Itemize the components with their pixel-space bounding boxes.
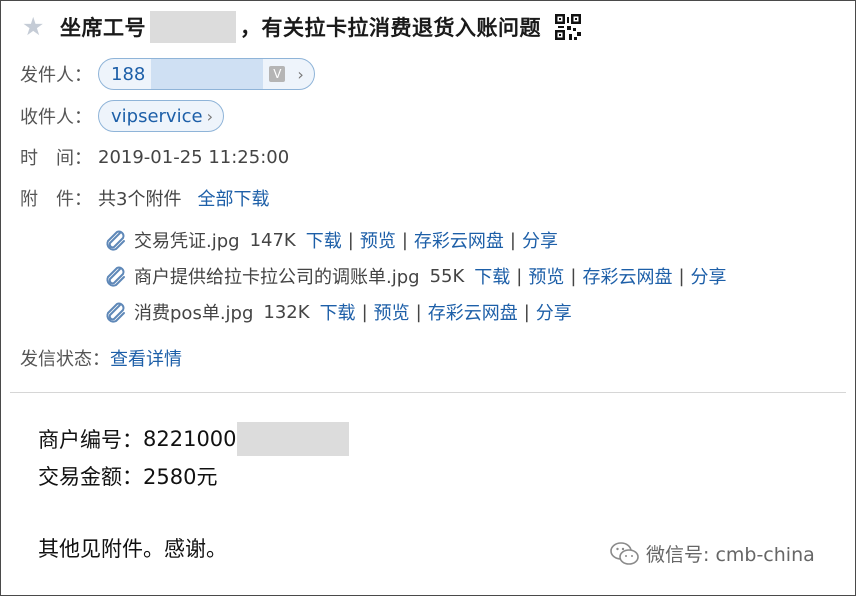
merchant-line: 商户编号： 8221000 bbox=[38, 421, 349, 457]
status-label: 发信状态： bbox=[20, 349, 110, 370]
share-link[interactable]: 分享 bbox=[691, 263, 727, 289]
closing-line: 其他见附件。感谢。 bbox=[38, 533, 227, 563]
separator: | bbox=[516, 265, 523, 287]
qr-code-icon[interactable] bbox=[555, 14, 581, 40]
download-all-link[interactable]: 全部下载 bbox=[197, 185, 269, 211]
amount-text: 交易金额：2580元 bbox=[38, 465, 218, 489]
separator: | bbox=[361, 301, 368, 323]
download-link[interactable]: 下载 bbox=[474, 263, 510, 289]
share-link[interactable]: 分享 bbox=[536, 299, 572, 325]
redacted-sender bbox=[151, 59, 264, 89]
attachment-size: 147K bbox=[249, 229, 296, 251]
subject-prefix: 坐席工号 bbox=[60, 16, 146, 40]
share-link[interactable]: 分享 bbox=[522, 227, 558, 253]
time-value: 2019-01-25 11:25:00 bbox=[98, 146, 290, 168]
attachment-item: 交易凭证.jpg 147K 下载 | 预览 | 存彩云网盘 | 分享 bbox=[104, 227, 558, 253]
download-link[interactable]: 下载 bbox=[320, 299, 356, 325]
separator: | bbox=[415, 301, 422, 323]
attachments-row: 附 件： 共3个附件 全部下载 bbox=[20, 185, 269, 211]
merchant-value: 8221000 bbox=[143, 427, 237, 451]
time-label: 时 间： bbox=[20, 148, 92, 169]
separator: | bbox=[678, 265, 685, 287]
redacted-merchant-id bbox=[236, 422, 349, 456]
attachment-name: 交易凭证.jpg bbox=[134, 231, 240, 252]
save-cloud-link[interactable]: 存彩云网盘 bbox=[428, 299, 518, 325]
closing-text: 其他见附件。感谢。 bbox=[38, 537, 227, 561]
attachments-summary: 共3个附件 bbox=[98, 189, 182, 210]
recipient-value: vipservice bbox=[111, 105, 203, 127]
time-row: 时 间： 2019-01-25 11:25:00 bbox=[20, 144, 289, 170]
save-cloud-link[interactable]: 存彩云网盘 bbox=[582, 263, 672, 289]
subject-suffix: ，有关拉卡拉消费退货入账问题 bbox=[240, 16, 541, 40]
paperclip-icon bbox=[106, 230, 125, 251]
sender-label: 发件人： bbox=[20, 65, 92, 86]
separator: | bbox=[347, 229, 354, 251]
merchant-label: 商户编号： bbox=[38, 428, 143, 452]
header-divider bbox=[10, 392, 846, 393]
recipient-label: 收件人： bbox=[20, 107, 92, 128]
attachment-item: 商户提供给拉卡拉公司的调账单.jpg 55K 下载 | 预览 | 存彩云网盘 |… bbox=[104, 263, 727, 289]
separator: | bbox=[570, 265, 577, 287]
wechat-logo-icon bbox=[610, 541, 639, 565]
recipient-pill[interactable]: vipservice › bbox=[98, 100, 224, 132]
recipient-row: 收件人： vipservice › bbox=[20, 100, 224, 132]
sender-value: 188 bbox=[111, 63, 146, 85]
attachment-size: 132K bbox=[263, 301, 310, 323]
separator: | bbox=[509, 229, 516, 251]
mail-subject: 坐席工号 ，有关拉卡拉消费退货入账问题 bbox=[60, 11, 581, 43]
paperclip-icon bbox=[106, 302, 125, 323]
attachment-item: 消费pos单.jpg 132K 下载 | 预览 | 存彩云网盘 | 分享 bbox=[104, 299, 572, 325]
chevron-right-icon: › bbox=[297, 64, 304, 84]
preview-link[interactable]: 预览 bbox=[528, 263, 564, 289]
view-details-link[interactable]: 查看详情 bbox=[110, 345, 182, 371]
watermark: 微信号: cmb-china bbox=[610, 540, 815, 567]
sender-pill[interactable]: 188 V › bbox=[98, 58, 315, 90]
amount-line: 交易金额：2580元 bbox=[38, 461, 217, 491]
status-row: 发信状态： 查看详情 bbox=[20, 345, 182, 371]
watermark-text: 微信号: cmb-china bbox=[646, 544, 815, 566]
paperclip-icon bbox=[106, 266, 125, 287]
subject-row: ★ 坐席工号 ，有关拉卡拉消费退货入账问题 bbox=[22, 11, 581, 43]
v-dropdown-icon[interactable]: V bbox=[269, 66, 286, 82]
star-icon[interactable]: ★ bbox=[22, 14, 48, 40]
preview-link[interactable]: 预览 bbox=[360, 227, 396, 253]
attachment-name: 消费pos单.jpg bbox=[134, 303, 254, 324]
separator: | bbox=[523, 301, 530, 323]
download-link[interactable]: 下载 bbox=[306, 227, 342, 253]
save-cloud-link[interactable]: 存彩云网盘 bbox=[414, 227, 504, 253]
redacted-agent-id bbox=[150, 11, 236, 43]
attachment-size: 55K bbox=[429, 265, 465, 287]
attachment-name: 商户提供给拉卡拉公司的调账单.jpg bbox=[134, 267, 420, 288]
chevron-right-icon: › bbox=[206, 106, 213, 126]
attachments-label: 附 件： bbox=[20, 189, 92, 210]
separator: | bbox=[401, 229, 408, 251]
sender-row: 发件人： 188 V › bbox=[20, 58, 315, 90]
preview-link[interactable]: 预览 bbox=[374, 299, 410, 325]
